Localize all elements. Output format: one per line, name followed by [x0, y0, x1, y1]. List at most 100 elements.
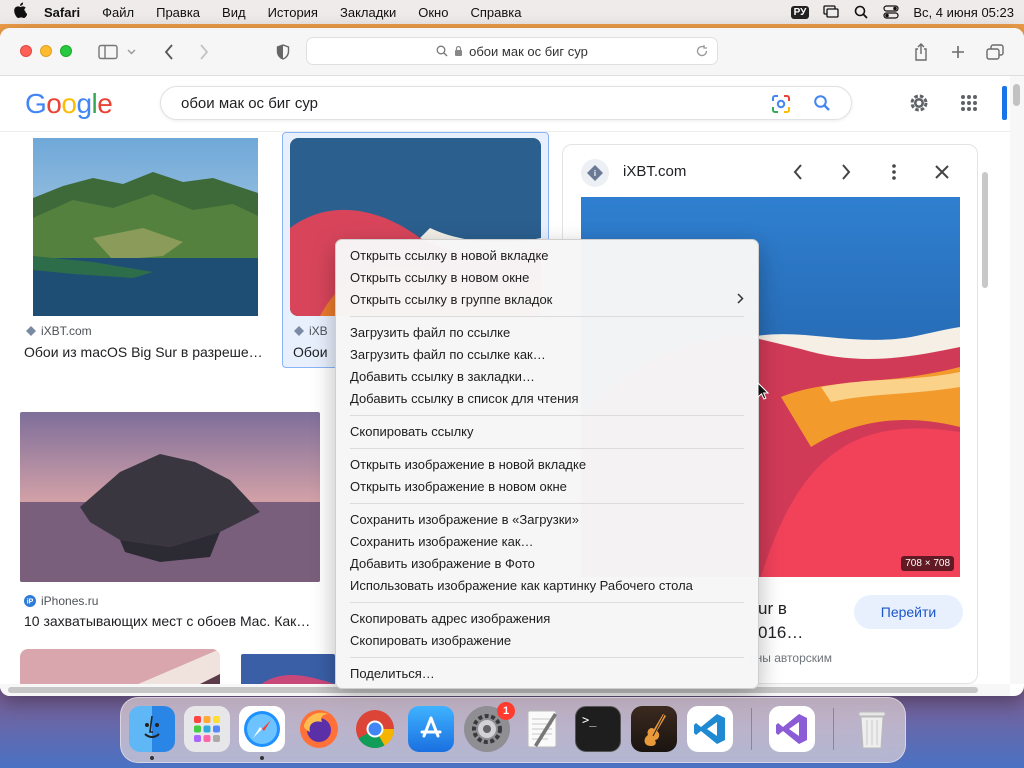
menu-view[interactable]: Вид — [222, 5, 246, 20]
dock-firefox-icon[interactable] — [296, 706, 342, 752]
screen-mirroring-icon[interactable] — [823, 5, 840, 19]
ctx-share[interactable]: Поделиться… — [336, 663, 758, 685]
ctx-save-image-downloads[interactable]: Сохранить изображение в «Загрузки» — [336, 509, 758, 531]
result-source: iP iPhones.ru — [24, 594, 98, 608]
dock-finder-icon[interactable] — [129, 706, 175, 752]
dock-running-indicator — [150, 756, 154, 760]
ctx-download-linked-file-as[interactable]: Загрузить файл по ссылке как… — [336, 344, 758, 366]
ctx-open-image-new-tab[interactable]: Открыть изображение в новой вкладке — [336, 454, 758, 476]
svg-text:i: i — [594, 169, 596, 178]
dock-running-indicator — [260, 756, 264, 760]
sidebar-toggle-icon[interactable] — [96, 40, 120, 64]
image-result-card[interactable]: iXBT.com Обои из macOS Big Sur в разреше… — [20, 132, 270, 368]
result-thumbnail[interactable] — [20, 649, 220, 684]
site-favicon-icon: iP — [24, 595, 36, 607]
panel-scrollbar[interactable] — [982, 148, 990, 684]
search-icon — [436, 45, 448, 57]
dock-textedit-icon[interactable] — [519, 706, 565, 752]
panel-source[interactable]: iXBT.com — [623, 163, 686, 180]
dock-visual-studio-icon[interactable] — [769, 706, 815, 752]
dock-vscode-icon[interactable] — [687, 706, 733, 752]
google-logo[interactable]: Google — [25, 88, 113, 120]
image-result-card[interactable] — [241, 654, 335, 684]
ctx-add-link-reading-list[interactable]: Добавить ссылку в список для чтения — [336, 388, 758, 410]
back-icon[interactable] — [157, 40, 181, 64]
minimize-window-button[interactable] — [40, 45, 52, 57]
dock-terminal-icon[interactable]: >_ — [575, 706, 621, 752]
ctx-download-linked-file[interactable]: Загрузить файл по ссылке — [336, 322, 758, 344]
panel-title[interactable]: ur в 016… — [758, 597, 803, 645]
result-source-text: iXB — [309, 324, 328, 338]
result-title[interactable]: 10 захватывающих мест с обоев Mac. Как… — [24, 613, 324, 629]
sidebar-menu-chevron-icon[interactable] — [124, 40, 138, 64]
ctx-save-image-as[interactable]: Сохранить изображение как… — [336, 531, 758, 553]
dock-chrome-icon[interactable] — [352, 706, 398, 752]
privacy-shield-icon[interactable] — [271, 40, 295, 64]
ctx-add-link-bookmarks[interactable]: Добавить ссылку в закладки… — [336, 366, 758, 388]
image-result-card[interactable] — [20, 649, 220, 684]
zoom-window-button[interactable] — [60, 45, 72, 57]
result-title[interactable]: Обои из macOS Big Sur в разреше… — [24, 344, 268, 360]
lock-icon — [455, 45, 463, 56]
dock-trash-icon[interactable] — [849, 706, 895, 752]
share-icon[interactable] — [909, 40, 933, 64]
dock-launchpad-icon[interactable] — [184, 706, 230, 752]
site-favicon-icon — [26, 326, 36, 336]
menubar-clock[interactable]: Вс, 4 июня 05:23 — [913, 5, 1014, 20]
result-title[interactable]: Обои — [293, 344, 333, 360]
reload-icon[interactable] — [695, 44, 709, 61]
ctx-copy-link[interactable]: Скопировать ссылку — [336, 421, 758, 443]
search-submit-icon[interactable] — [813, 94, 831, 115]
context-menu: Открыть ссылку в новой вкладке Открыть с… — [335, 239, 759, 689]
previous-image-icon[interactable] — [787, 161, 809, 183]
menu-bookmarks[interactable]: Закладки — [340, 5, 396, 20]
google-lens-icon[interactable] — [771, 94, 791, 117]
tab-overview-icon[interactable] — [983, 40, 1007, 64]
menu-history[interactable]: История — [268, 5, 318, 20]
google-search-box[interactable]: обои мак ос биг сур — [160, 86, 852, 120]
close-panel-icon[interactable] — [931, 161, 953, 183]
result-thumbnail[interactable] — [20, 412, 320, 582]
next-image-icon[interactable] — [835, 161, 857, 183]
google-search-input[interactable]: обои мак ос биг сур — [181, 95, 318, 112]
address-bar[interactable]: обои мак ос биг сур — [306, 37, 718, 65]
google-apps-icon[interactable] — [960, 94, 978, 115]
more-options-icon[interactable] — [883, 161, 905, 183]
forward-icon[interactable] — [192, 40, 216, 64]
result-thumbnail[interactable] — [33, 138, 258, 316]
vertical-scroll-thumb[interactable] — [1013, 84, 1020, 106]
ctx-use-image-desktop[interactable]: Использовать изображение как картинку Ра… — [336, 575, 758, 597]
menu-help[interactable]: Справка — [470, 5, 521, 20]
dock-app-store-icon[interactable] — [408, 706, 454, 752]
ctx-open-link-tab-group[interactable]: Открыть ссылку в группе вкладок — [336, 289, 758, 311]
panel-scroll-thumb[interactable] — [982, 172, 988, 288]
ctx-copy-image[interactable]: Скопировать изображение — [336, 630, 758, 652]
menu-file[interactable]: Файл — [102, 5, 134, 20]
visit-button[interactable]: Перейти — [854, 595, 963, 629]
control-center-icon[interactable] — [883, 5, 899, 19]
ctx-add-image-photos[interactable]: Добавить изображение в Фото — [336, 553, 758, 575]
panel-site-favicon-icon: i — [581, 159, 609, 187]
panel-copyright-note: ены авторским — [749, 651, 832, 665]
ctx-open-link-new-window[interactable]: Открыть ссылку в новом окне — [336, 267, 758, 289]
close-window-button[interactable] — [20, 45, 32, 57]
page-vertical-scrollbar[interactable] — [1010, 76, 1024, 684]
menu-app-name[interactable]: Safari — [44, 5, 80, 20]
menu-window[interactable]: Окно — [418, 5, 448, 20]
ctx-copy-image-address[interactable]: Скопировать адрес изображения — [336, 608, 758, 630]
menu-edit[interactable]: Правка — [156, 5, 200, 20]
dock-garageband-icon[interactable] — [631, 706, 677, 752]
dock-safari-icon[interactable] — [239, 706, 285, 752]
site-favicon-icon — [294, 326, 304, 336]
ctx-open-image-new-window[interactable]: Открыть изображение в новом окне — [336, 476, 758, 498]
panel-title-line: 016… — [758, 623, 804, 642]
settings-gear-icon[interactable] — [908, 92, 930, 117]
new-tab-icon[interactable] — [946, 40, 970, 64]
ctx-open-link-new-tab[interactable]: Открыть ссылку в новой вкладке — [336, 245, 758, 267]
image-result-card[interactable]: iP iPhones.ru 10 захватывающих мест с об… — [20, 412, 330, 632]
result-thumbnail[interactable] — [241, 654, 335, 684]
input-source-badge[interactable]: РУ — [790, 5, 810, 19]
logo-letter: o — [46, 88, 62, 119]
spotlight-search-icon[interactable] — [853, 5, 869, 19]
apple-menu-icon[interactable] — [10, 2, 30, 22]
